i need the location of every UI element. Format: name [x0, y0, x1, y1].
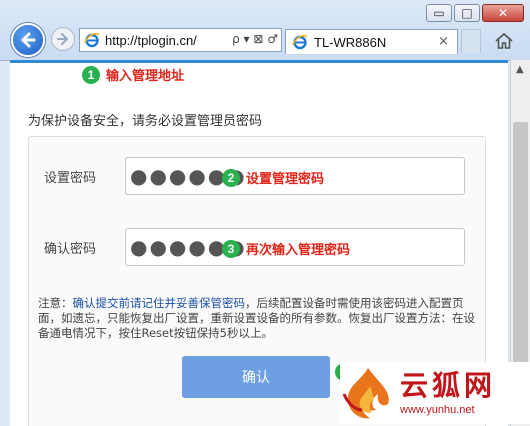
window-controls: ▭ □ ✕ — [426, 4, 524, 22]
tab-tl-wr886n[interactable]: TL-WR886N × — [285, 29, 458, 54]
step3-text: 再次输入管理密码 — [246, 243, 351, 258]
step3-badge: 3 — [222, 239, 240, 258]
tab-close-icon[interactable]: × — [438, 34, 449, 49]
step2-text: 设置管理密码 — [246, 172, 325, 187]
annotation-step3: 3 再次输入管理密码 — [222, 239, 350, 258]
tab-title: TL-WR886N — [314, 34, 387, 50]
maximize-button[interactable]: □ — [454, 4, 480, 22]
address-tools[interactable]: ρ ▾ ⊠ ♂ — [232, 32, 278, 46]
watermark-url: www.yunhu.net — [400, 404, 475, 416]
annotation-step2: 2 设置管理密码 — [222, 168, 324, 187]
new-tab-button[interactable] — [461, 29, 481, 53]
password-note: 注意：确认提交前请记住并妥善保管密码，后续配置设备时需使用该密码进入配置页面，如… — [38, 296, 484, 341]
step1-text: 输入管理地址 — [106, 69, 185, 84]
watermark-title: 云狐网 — [400, 369, 497, 402]
close-window-button[interactable]: ✕ — [482, 4, 524, 22]
home-icon[interactable] — [494, 31, 514, 51]
browser-chrome: ▭ □ ✕ http://tplogin.cn/ ρ ▾ ⊠ ♂ TL-WR88… — [0, 0, 530, 61]
minimize-button[interactable]: ▭ — [426, 4, 452, 22]
back-button[interactable] — [11, 23, 45, 57]
arrow-right-icon — [57, 33, 69, 45]
address-bar[interactable]: http://tplogin.cn/ ρ ▾ ⊠ ♂ — [79, 28, 282, 52]
confirm-button[interactable]: 确认 — [182, 356, 330, 398]
step1-badge: 1 — [82, 65, 100, 84]
annotation-step1: 1 输入管理地址 — [82, 65, 184, 84]
intro-text: 为保护设备安全，请务必设置管理员密码 — [28, 114, 263, 129]
forward-button[interactable] — [51, 27, 75, 51]
ie-page-icon — [84, 32, 100, 48]
ie-tab-icon — [292, 34, 308, 50]
scroll-thumb[interactable] — [513, 122, 528, 372]
watermark-text: 云狐网 www.yunhu.net — [400, 369, 497, 417]
header-accent-line — [10, 60, 508, 63]
scroll-up-icon[interactable]: ▲ — [516, 64, 524, 75]
confirm-password-label: 确认密码 — [44, 242, 97, 257]
arrow-left-icon — [21, 32, 36, 48]
set-password-label: 设置密码 — [44, 171, 97, 186]
note-highlight: 确认提交前请记住并妥善保管密码 — [72, 296, 246, 310]
address-url: http://tplogin.cn/ — [105, 32, 197, 48]
note-prefix: 注意： — [38, 296, 73, 310]
step2-badge: 2 — [222, 168, 240, 187]
fox-flame-logo-icon — [342, 368, 389, 419]
watermark: 云狐网 www.yunhu.net — [340, 362, 530, 424]
